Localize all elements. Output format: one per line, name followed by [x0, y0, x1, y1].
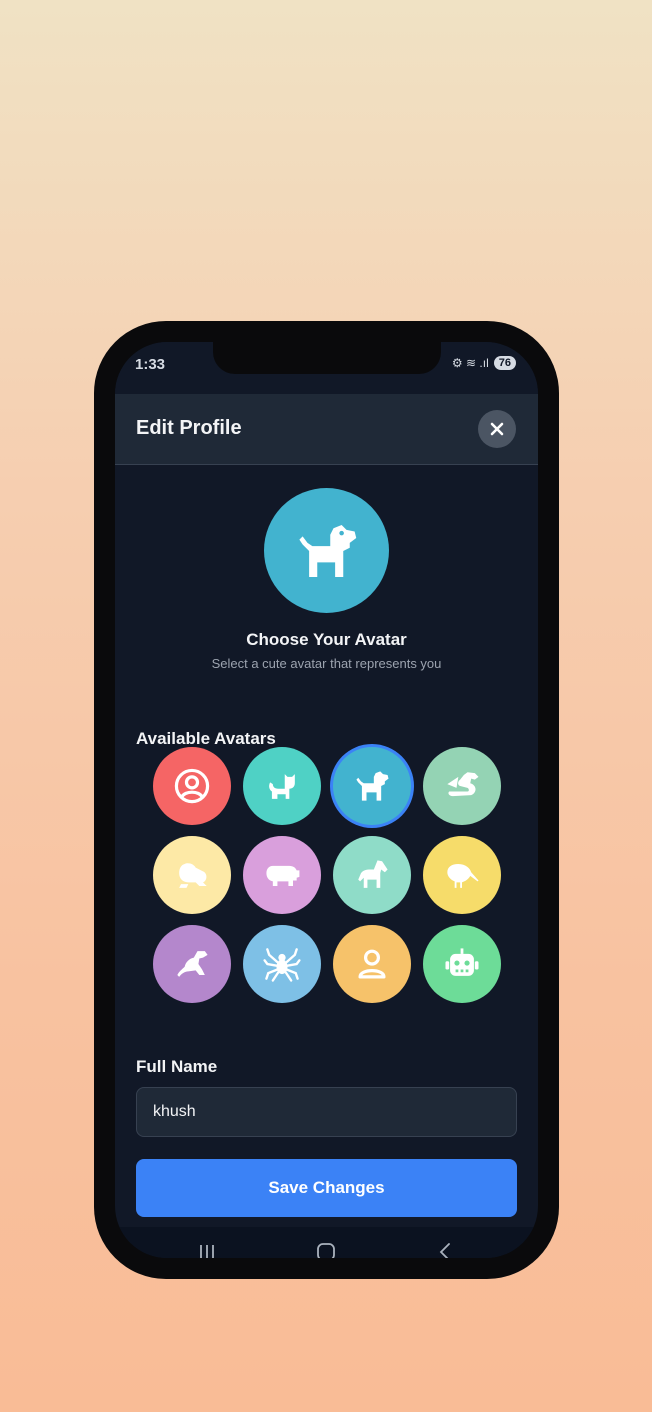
avatar-grid — [153, 747, 501, 1003]
avatar-option-robot[interactable] — [423, 925, 501, 1003]
avatar-option-otter[interactable] — [153, 925, 231, 1003]
frog-icon — [179, 863, 207, 888]
hippo-icon — [266, 865, 300, 886]
recent-apps-icon — [200, 1245, 214, 1258]
full-name-label: Full Name — [136, 1057, 218, 1076]
battery-icon: 76 — [493, 356, 516, 370]
close-button[interactable] — [478, 410, 516, 448]
choose-avatar-subtitle: Select a cute avatar that represents you — [211, 656, 442, 671]
dog-icon — [356, 771, 389, 801]
close-icon — [490, 422, 504, 436]
kiwi-bird-icon — [447, 864, 479, 888]
phone-frame: 1:33 ⚙ ≋ .ıl 76 Edit Profile Choose Your… — [94, 321, 559, 1279]
horse-icon — [358, 860, 388, 888]
avatar-option-kiwi-bird[interactable] — [423, 836, 501, 914]
app-screen: 1:33 ⚙ ≋ .ıl 76 Edit Profile Choose Your… — [115, 342, 538, 1258]
avatar-option-cat[interactable] — [243, 747, 321, 825]
cat-icon — [269, 774, 295, 799]
avatar-option-hippo[interactable] — [243, 836, 321, 914]
home-icon — [317, 1243, 335, 1258]
available-avatars-label: Available Avatars — [136, 729, 276, 748]
otter-icon — [177, 951, 208, 977]
avatar-option-frog[interactable] — [153, 836, 231, 914]
back-icon — [439, 1243, 450, 1258]
save-changes-button[interactable]: Save Changes — [136, 1159, 517, 1217]
robot-icon — [445, 948, 479, 976]
current-avatar — [264, 488, 389, 613]
avatar-option-horse[interactable] — [333, 836, 411, 914]
recent-apps-button[interactable] — [187, 1237, 227, 1258]
signal-icon: ⚙ ≋ .ıl — [451, 356, 489, 370]
dragon-icon — [447, 772, 479, 797]
camera-notch — [213, 342, 441, 374]
avatar-option-dog[interactable] — [333, 747, 411, 825]
choose-avatar-title: Choose Your Avatar — [246, 630, 407, 649]
user-circle-icon — [174, 768, 210, 804]
modal-header: Edit Profile — [115, 394, 538, 465]
spider-icon — [263, 948, 301, 982]
full-name-input[interactable] — [136, 1087, 517, 1137]
page-title: Edit Profile — [136, 417, 242, 439]
avatar-option-spider[interactable] — [243, 925, 321, 1003]
avatar-option-user[interactable] — [333, 925, 411, 1003]
status-time: 1:33 — [135, 356, 166, 373]
back-button[interactable] — [426, 1237, 466, 1258]
avatar-option-dragon[interactable] — [423, 747, 501, 825]
user-icon — [358, 949, 386, 979]
home-button[interactable] — [306, 1237, 346, 1258]
status-icons: ⚙ ≋ .ıl 76 — [452, 356, 516, 370]
avatar-option-user-circle[interactable] — [153, 747, 231, 825]
android-nav-bar — [115, 1227, 538, 1258]
dog-icon — [298, 524, 356, 577]
